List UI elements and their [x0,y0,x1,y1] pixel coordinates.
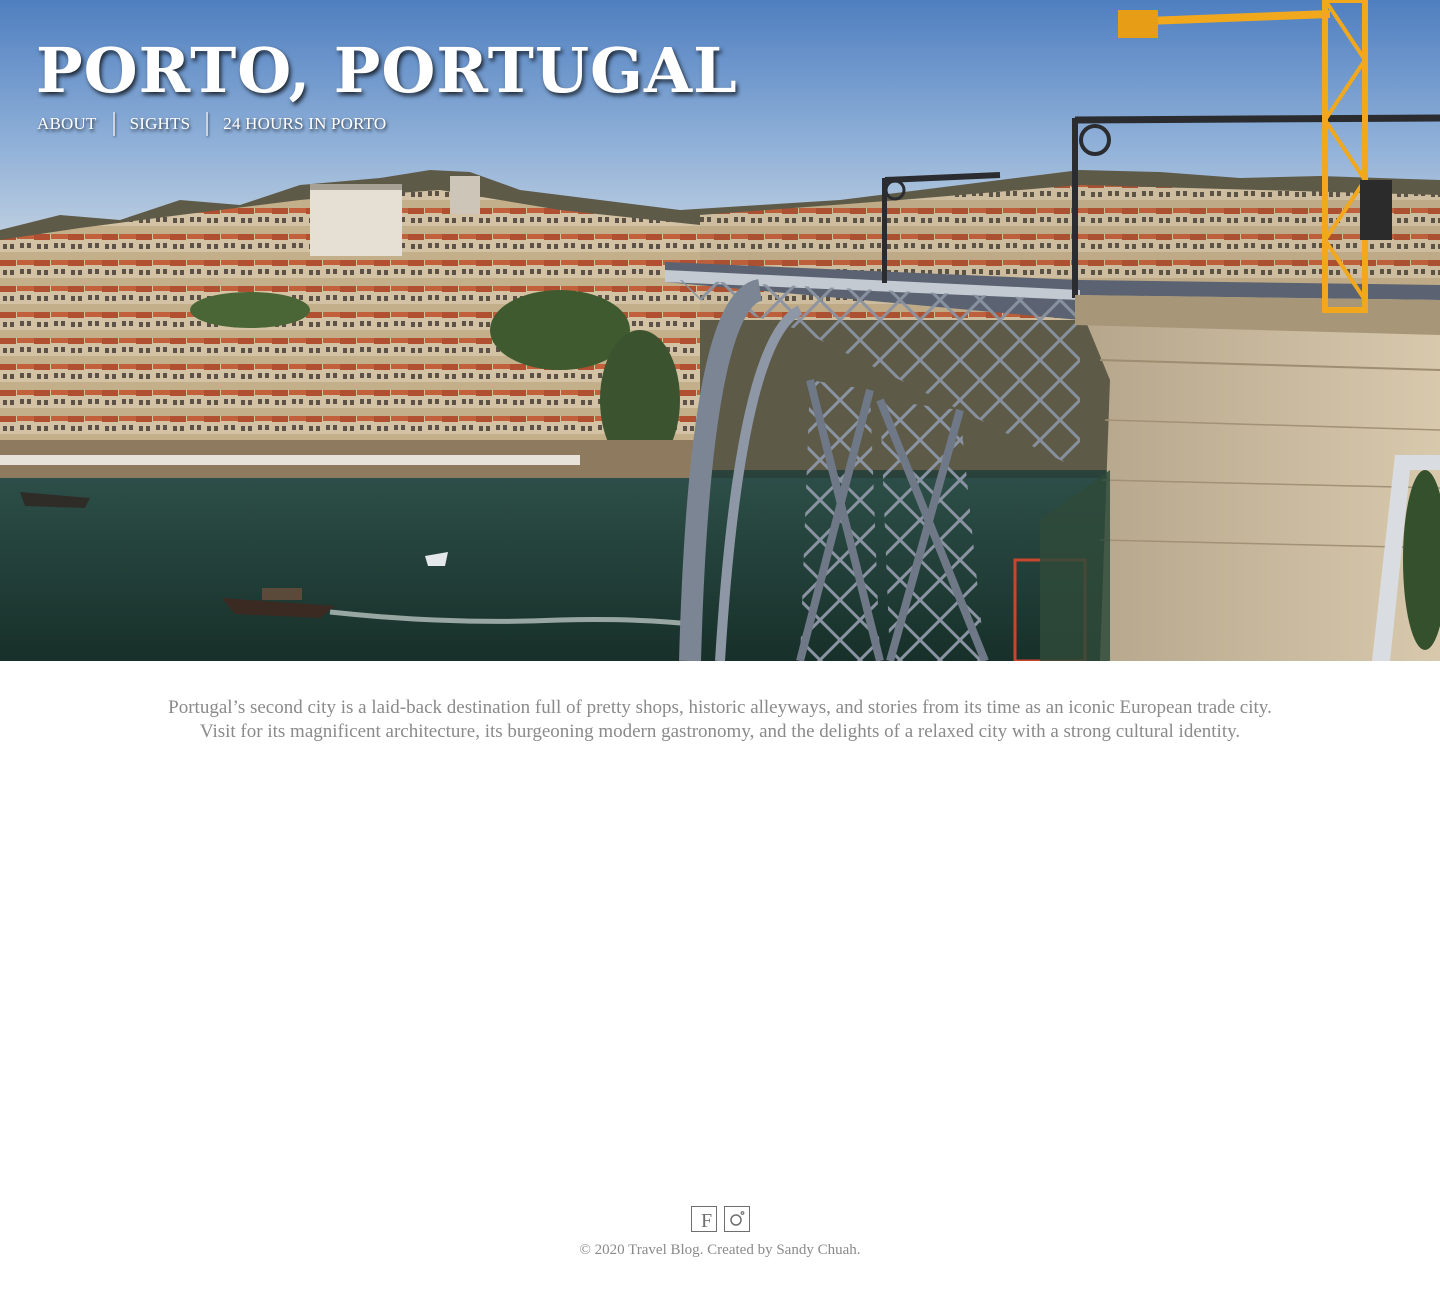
facebook-icon[interactable]: F [690,1206,717,1232]
site-title: PORTO, PORTUGAL [36,34,738,107]
nav-divider [112,112,115,136]
nav-link-24-hours[interactable]: 24 HOURS IN PORTO [223,114,386,134]
nav-divider [206,112,209,136]
main-nav: ABOUT SIGHTS 24 HOURS IN PORTO [37,112,386,136]
page-footer: F © 2020 Travel Blog. Created by Sandy C… [0,1206,1440,1259]
nav-link-about[interactable]: ABOUT [37,114,97,134]
intro-paragraph: Portugal’s second city is a laid-back de… [168,697,1272,742]
hero-banner: PORTO, PORTUGAL ABOUT SIGHTS 24 HOURS IN… [0,0,1440,661]
instagram-glyph [729,1211,744,1226]
social-links: F [0,1206,1440,1232]
copyright-text: © 2020 Travel Blog. Created by Sandy Chu… [579,1242,861,1258]
instagram-icon[interactable] [723,1206,750,1232]
facebook-glyph: F [700,1210,713,1232]
nav-link-sights[interactable]: SIGHTS [130,114,191,134]
